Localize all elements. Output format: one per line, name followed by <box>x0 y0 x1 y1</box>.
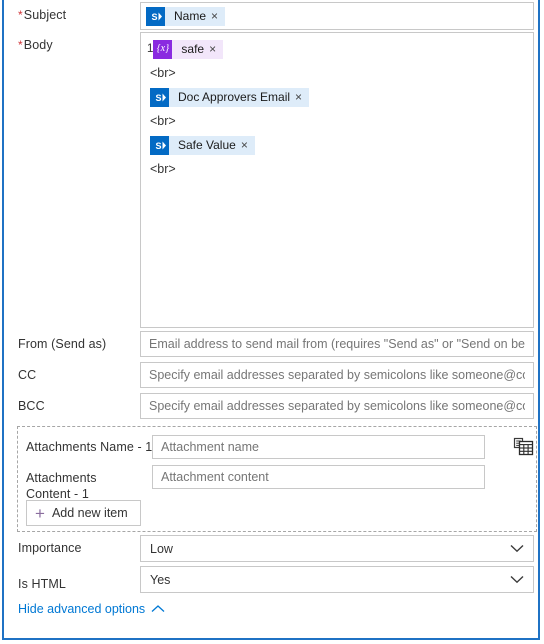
body-token-doc-approvers-email[interactable]: S Doc Approvers Email × <box>150 87 310 107</box>
chevron-up-icon <box>151 605 165 613</box>
variable-icon: {x} <box>153 39 173 59</box>
close-icon[interactable]: × <box>209 40 223 59</box>
close-icon[interactable]: × <box>211 7 225 26</box>
required-indicator: * <box>18 38 23 52</box>
from-row: From (Send as) <box>18 337 106 352</box>
subject-label: *Subject <box>18 8 67 22</box>
body-line-1: 1 {x} safe × <box>147 39 527 59</box>
cc-input[interactable]: Specify email addresses separated by sem… <box>140 362 534 388</box>
chevron-down-icon[interactable] <box>510 544 524 553</box>
body-line-3: S Doc Approvers Email × <box>150 87 527 107</box>
attachment-content-row: Attachments Content - 1 <box>26 470 144 502</box>
importance-value: Low <box>150 541 173 556</box>
cc-row: CC <box>18 368 36 383</box>
bcc-row: BCC <box>18 399 45 414</box>
attachment-content-input[interactable]: Attachment content <box>152 465 485 489</box>
cc-label: CC <box>18 368 37 382</box>
send-email-action-card: *Subject S Name × *Body 1 {x} safe × <br… <box>2 0 540 640</box>
br-tag: <br> <box>150 162 176 176</box>
cc-placeholder: Specify email addresses separated by sem… <box>149 368 525 382</box>
subject-token-label: Name <box>174 8 207 23</box>
close-icon[interactable]: × <box>295 88 309 107</box>
body-token-safe[interactable]: {x} safe × <box>153 39 224 59</box>
from-label: From (Send as) <box>18 337 107 351</box>
body-token-safe-value-label: Safe Value <box>178 137 236 152</box>
importance-dropdown[interactable]: Low <box>140 535 534 562</box>
from-placeholder: Email address to send mail from (require… <box>149 337 525 351</box>
bcc-placeholder: Specify email addresses separated by sem… <box>149 399 525 413</box>
subject-input[interactable]: S Name × <box>140 2 534 30</box>
bcc-input[interactable]: Specify email addresses separated by sem… <box>140 393 534 419</box>
close-icon[interactable]: × <box>241 136 255 155</box>
is-html-label: Is HTML <box>18 577 66 591</box>
body-label: *Body <box>18 38 53 52</box>
body-editor[interactable]: 1 {x} safe × <br> S Doc Approvers Email <box>140 32 534 328</box>
body-token-doc-approvers-email-label: Doc Approvers Email <box>178 89 291 104</box>
body-line-2: <br> <box>150 63 527 83</box>
importance-label: Importance <box>18 541 82 555</box>
sharepoint-icon: S <box>146 6 165 26</box>
sharepoint-icon: S <box>150 135 169 155</box>
is-html-row: Is HTML <box>18 577 66 592</box>
body-line-4: <br> <box>150 111 527 131</box>
hide-advanced-options-link[interactable]: Hide advanced options <box>18 602 165 616</box>
attachment-content-label: Attachments Content - 1 <box>26 471 97 501</box>
body-token-safe-value[interactable]: S Safe Value × <box>150 135 255 155</box>
subject-token[interactable]: S Name × <box>146 6 226 26</box>
from-input[interactable]: Email address to send mail from (require… <box>140 331 534 357</box>
svg-text:S: S <box>156 93 162 103</box>
add-new-item-button[interactable]: + Add new item <box>26 500 141 526</box>
attachment-name-input[interactable]: Attachment name <box>152 435 485 459</box>
body-line-6: <br> <box>150 159 527 179</box>
required-indicator: * <box>18 8 23 22</box>
body-token-safe-label: safe <box>181 41 205 56</box>
sharepoint-icon: S <box>150 87 169 107</box>
attachment-name-placeholder: Attachment name <box>161 440 259 454</box>
attachment-name-label: Attachments Name - 1 <box>26 440 153 454</box>
br-tag: <br> <box>150 114 176 128</box>
chevron-down-icon[interactable] <box>510 575 524 584</box>
attachment-content-placeholder: Attachment content <box>161 470 269 484</box>
plus-icon: + <box>35 503 45 523</box>
attachment-name-row: Attachments Name - 1 <box>26 440 152 455</box>
bcc-label: BCC <box>18 399 45 413</box>
importance-row: Importance <box>18 541 82 556</box>
br-tag: <br> <box>150 66 176 80</box>
svg-text:S: S <box>152 12 158 22</box>
hide-advanced-options-label: Hide advanced options <box>18 602 146 616</box>
is-html-value: Yes <box>150 572 171 587</box>
is-html-dropdown[interactable]: Yes <box>140 566 534 593</box>
add-new-item-label: Add new item <box>51 506 128 520</box>
body-line-5: S Safe Value × <box>150 135 527 155</box>
svg-text:S: S <box>156 141 162 151</box>
switch-to-array-icon[interactable] <box>513 436 535 458</box>
